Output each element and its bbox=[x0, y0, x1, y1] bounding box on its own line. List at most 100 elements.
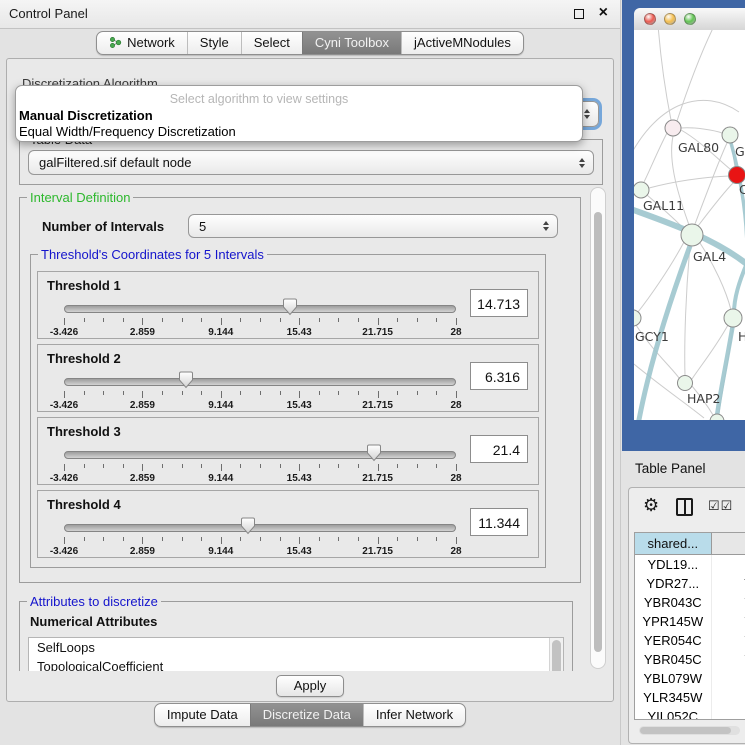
cell-shared-name[interactable]: YBR045C bbox=[635, 650, 712, 669]
cell-name[interactable]: YER0 bbox=[712, 631, 745, 650]
threshold-slider-2[interactable]: -3.4262.8599.14415.4321.71528 bbox=[64, 375, 456, 407]
slider-tick bbox=[397, 464, 398, 468]
gear-icon[interactable]: ⚙ bbox=[643, 495, 659, 516]
slider-tick bbox=[103, 391, 104, 395]
cell-shared-name[interactable]: YLR345W bbox=[635, 688, 712, 707]
network-node[interactable] bbox=[710, 414, 724, 420]
interval-definition-legend: Interval Definition bbox=[27, 190, 133, 205]
cell-name[interactable]: YLR3 bbox=[712, 688, 745, 707]
numerical-attributes-list: SelfLoopsTopologicalCoefficientBetweenne… bbox=[28, 637, 564, 671]
network-window-titlebar[interactable] bbox=[634, 8, 745, 31]
table-row[interactable]: YIL052CYIL0 bbox=[635, 707, 745, 720]
threshold-value-field[interactable]: 14.713 bbox=[470, 289, 528, 317]
table-row[interactable]: YBR043CYBR0 bbox=[635, 593, 745, 612]
scrollbar-thumb[interactable] bbox=[640, 727, 731, 734]
algorithm-hint-text: Select algorithm to view settings bbox=[16, 92, 502, 106]
attribute-list-scrollbar[interactable] bbox=[549, 638, 563, 671]
table-row[interactable]: YDR27...YDR2 bbox=[635, 574, 745, 593]
attribute-list-item[interactable]: TopologicalCoefficient bbox=[29, 657, 563, 671]
column-header-shared[interactable]: shared... bbox=[635, 533, 712, 554]
slider-tick bbox=[397, 391, 398, 395]
network-node-g[interactable] bbox=[722, 127, 738, 143]
table-data-combobox[interactable]: galFiltered.sif default node bbox=[28, 150, 594, 175]
float-window-icon[interactable] bbox=[574, 9, 584, 19]
slider-track[interactable] bbox=[64, 305, 456, 313]
tab-style[interactable]: Style bbox=[187, 32, 241, 54]
network-node-hap2[interactable] bbox=[678, 376, 693, 391]
table-row[interactable]: YER054CYER0 bbox=[635, 631, 745, 650]
slider-track[interactable] bbox=[64, 524, 456, 532]
cell-name[interactable]: YDL1 bbox=[712, 555, 745, 574]
threshold-value-field[interactable]: 11.344 bbox=[470, 508, 528, 536]
cell-name[interactable]: YBL0 bbox=[712, 669, 745, 688]
tab-impute-data[interactable]: Impute Data bbox=[155, 704, 250, 726]
table-row[interactable]: YLR345WYLR3 bbox=[635, 688, 745, 707]
cell-shared-name[interactable]: YDR27... bbox=[635, 574, 712, 593]
cell-shared-name[interactable]: YBL079W bbox=[635, 669, 712, 688]
cell-shared-name[interactable]: YPR145W bbox=[635, 612, 712, 631]
network-node-gal80[interactable] bbox=[665, 120, 681, 136]
tab-cyni-toolbox[interactable]: Cyni Toolbox bbox=[302, 32, 401, 54]
threshold-value-field[interactable]: 21.4 bbox=[470, 435, 528, 463]
slider-track[interactable] bbox=[64, 451, 456, 459]
axis-tick-label: 28 bbox=[450, 546, 461, 557]
num-intervals-combobox[interactable]: 5 bbox=[188, 214, 558, 238]
slider-thumb[interactable] bbox=[366, 444, 381, 462]
checkbox-columns-icon[interactable]: ☑☑ bbox=[708, 498, 733, 514]
slider-thumb[interactable] bbox=[241, 517, 256, 535]
axis-tick-label: 9.144 bbox=[208, 400, 233, 411]
table-horizontal-scrollbar[interactable] bbox=[639, 726, 740, 735]
zoom-traffic-light-icon[interactable] bbox=[684, 13, 696, 25]
tab-discretize-data[interactable]: Discretize Data bbox=[250, 704, 363, 726]
settings-vertical-scrollbar[interactable] bbox=[590, 187, 606, 669]
network-node-gcy1[interactable] bbox=[634, 310, 641, 326]
threshold-value-field[interactable]: 6.316 bbox=[470, 362, 528, 390]
table-panel-header: Table Panel bbox=[620, 452, 745, 484]
axis-tick-label: -3.426 bbox=[50, 546, 78, 557]
close-icon[interactable]: × bbox=[599, 3, 608, 23]
slider-track[interactable] bbox=[64, 378, 456, 386]
cell-shared-name[interactable]: YER054C bbox=[635, 631, 712, 650]
threshold-slider-1[interactable]: -3.4262.8599.14415.4321.71528 bbox=[64, 302, 456, 334]
network-node-gal11[interactable] bbox=[634, 182, 649, 198]
close-traffic-light-icon[interactable] bbox=[644, 13, 656, 25]
cell-shared-name[interactable]: YIL052C bbox=[635, 707, 712, 720]
cell-shared-name[interactable]: YBR043C bbox=[635, 593, 712, 612]
network-node-c[interactable] bbox=[729, 167, 745, 184]
slider-tick bbox=[142, 537, 143, 544]
cell-name[interactable]: YIL0 bbox=[712, 707, 745, 720]
apply-button[interactable]: Apply bbox=[276, 675, 344, 697]
algorithm-option[interactable]: Equal Width/Frequency Discretization bbox=[19, 124, 579, 140]
table-row[interactable]: YPR145WYPR1 bbox=[635, 612, 745, 631]
slider-tick bbox=[338, 464, 339, 468]
tab-infer-network[interactable]: Infer Network bbox=[363, 704, 465, 726]
table-row[interactable]: YDL19...YDL1 bbox=[635, 555, 745, 574]
table-row[interactable]: YBL079WYBL0 bbox=[635, 669, 745, 688]
column-layout-icon[interactable] bbox=[676, 498, 693, 516]
tab-jactivemnodules[interactable]: jActiveMNodules bbox=[401, 32, 523, 54]
cell-name[interactable]: YDR2 bbox=[712, 574, 745, 593]
slider-thumb[interactable] bbox=[283, 298, 298, 316]
slider-tick bbox=[299, 318, 300, 325]
network-node-h[interactable] bbox=[724, 309, 742, 327]
tab-select[interactable]: Select bbox=[241, 32, 302, 54]
column-header-name[interactable]: name bbox=[712, 533, 745, 554]
network-canvas[interactable]: GAL80GCGAL11GAL4GCY1HHAP2 bbox=[634, 30, 745, 420]
combo-stepper-icon bbox=[579, 158, 585, 168]
cell-name[interactable]: YBR0 bbox=[712, 593, 745, 612]
tab-network[interactable]: Network bbox=[97, 32, 187, 54]
minimize-traffic-light-icon[interactable] bbox=[664, 13, 676, 25]
attribute-list-item[interactable]: SelfLoops bbox=[29, 638, 563, 657]
threshold-slider-4[interactable]: -3.4262.8599.14415.4321.71528 bbox=[64, 521, 456, 553]
algorithm-option[interactable]: Manual Discretization bbox=[19, 108, 579, 124]
slider-tick bbox=[338, 391, 339, 395]
cell-name[interactable]: YBR0 bbox=[712, 650, 745, 669]
table-row[interactable]: YBR045CYBR0 bbox=[635, 650, 745, 669]
slider-thumb[interactable] bbox=[178, 371, 193, 389]
cell-shared-name[interactable]: YDL19... bbox=[635, 555, 712, 574]
cell-name[interactable]: YPR1 bbox=[712, 612, 745, 631]
scrollbar-thumb[interactable] bbox=[594, 212, 602, 652]
network-edge bbox=[649, 176, 729, 188]
threshold-slider-3[interactable]: -3.4262.8599.14415.4321.71528 bbox=[64, 448, 456, 480]
network-node-gal4[interactable] bbox=[681, 224, 703, 246]
